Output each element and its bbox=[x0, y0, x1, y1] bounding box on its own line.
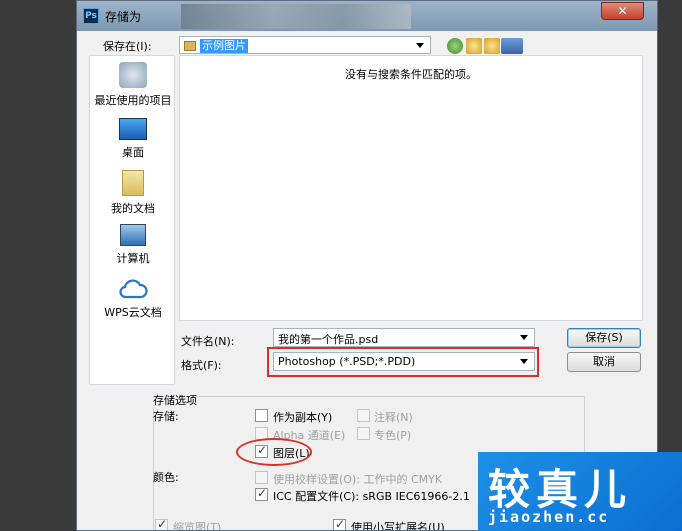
place-label: 最近使用的项目 bbox=[94, 94, 172, 107]
close-button[interactable]: ✕ bbox=[601, 2, 644, 20]
proof-setup-label: 使用校样设置(O): 工作中的 CMYK bbox=[273, 473, 443, 486]
filename-value: 我的第一个作品.psd bbox=[278, 333, 379, 346]
window-title: 存储为 bbox=[105, 10, 142, 24]
lowercase-extension-checkbox[interactable] bbox=[333, 517, 346, 530]
watermark-logo: 较真儿 jiaozhen.cc bbox=[478, 452, 682, 531]
spot-color-label: 专色(P) bbox=[374, 429, 412, 442]
place-recent[interactable]: 最近使用的项目 bbox=[90, 62, 176, 108]
up-folder-icon[interactable] bbox=[466, 38, 482, 54]
place-wps-cloud[interactable]: WPS云文档 bbox=[90, 278, 176, 320]
lowercase-extension-label: 使用小写扩展名(U) bbox=[351, 521, 445, 531]
icc-profile-label: ICC 配置文件(C): sRGB IEC61966-2.1 bbox=[273, 490, 470, 503]
save-in-label: 保存在(I): bbox=[103, 40, 152, 53]
watermark-url: jiaozhen.cc bbox=[488, 508, 610, 526]
new-folder-icon[interactable] bbox=[484, 38, 500, 54]
place-label: 计算机 bbox=[116, 252, 150, 265]
place-computer[interactable]: 计算机 bbox=[90, 224, 176, 266]
notes-label: 注释(N) bbox=[374, 411, 413, 424]
place-label: 我的文档 bbox=[111, 202, 155, 215]
documents-icon bbox=[122, 170, 144, 196]
highlight-rectangle bbox=[267, 347, 539, 377]
color-label: 颜色: bbox=[153, 471, 179, 484]
folder-icon bbox=[184, 41, 196, 51]
save-in-dropdown[interactable]: 示例图片 bbox=[179, 36, 431, 54]
format-label: 格式(F): bbox=[181, 359, 222, 372]
cloud-icon bbox=[118, 278, 148, 300]
as-copy-checkbox[interactable] bbox=[255, 409, 268, 422]
save-options-label: 存储选项 bbox=[153, 392, 199, 408]
icc-profile-checkbox[interactable] bbox=[255, 486, 268, 501]
desktop-icon bbox=[119, 118, 147, 140]
recent-icon bbox=[119, 62, 147, 88]
chevron-down-icon bbox=[416, 43, 424, 48]
place-label: 桌面 bbox=[122, 146, 144, 159]
notes-checkbox[interactable] bbox=[357, 409, 370, 422]
computer-icon bbox=[120, 224, 146, 246]
thumbnail-label: 缩览图(T) bbox=[173, 521, 222, 531]
filename-input[interactable]: 我的第一个作品.psd bbox=[273, 328, 535, 347]
as-copy-label: 作为副本(Y) bbox=[273, 411, 333, 424]
places-sidebar: 最近使用的项目 桌面 我的文档 计算机 WPS云文档 bbox=[89, 55, 175, 385]
place-documents[interactable]: 我的文档 bbox=[90, 170, 176, 216]
place-label: WPS云文档 bbox=[104, 306, 162, 319]
cancel-button[interactable]: 取消 bbox=[567, 352, 641, 372]
photoshop-icon: Ps bbox=[83, 8, 99, 24]
title-bar[interactable]: Ps 存储为 ✕ bbox=[77, 1, 657, 31]
empty-message: 没有与搜索条件匹配的项。 bbox=[345, 68, 477, 81]
save-button[interactable]: 保存(S) bbox=[567, 328, 641, 348]
back-icon[interactable] bbox=[447, 38, 463, 54]
thumbnail-checkbox[interactable] bbox=[155, 517, 168, 530]
file-list[interactable]: 没有与搜索条件匹配的项。 bbox=[179, 55, 643, 321]
view-menu-icon[interactable] bbox=[501, 38, 523, 54]
chevron-down-icon bbox=[520, 335, 528, 340]
save-in-value: 示例图片 bbox=[200, 39, 248, 53]
proof-setup-checkbox[interactable] bbox=[255, 471, 268, 484]
background-photo bbox=[181, 4, 411, 29]
background-panel-left bbox=[0, 0, 76, 531]
spot-color-checkbox[interactable] bbox=[357, 427, 370, 440]
storage-label: 存储: bbox=[153, 410, 179, 423]
filename-label: 文件名(N): bbox=[181, 335, 235, 348]
highlight-oval bbox=[236, 438, 312, 466]
place-desktop[interactable]: 桌面 bbox=[90, 118, 176, 160]
